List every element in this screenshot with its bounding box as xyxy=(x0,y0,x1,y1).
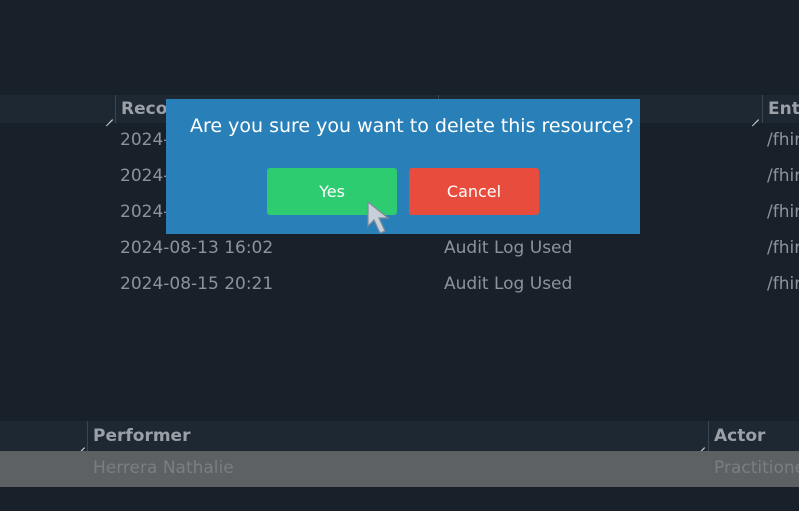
table-cell-recorded: 2024-08-15 20:21 xyxy=(120,274,274,294)
table-cell-performer: Herrera Nathalie xyxy=(93,458,234,478)
table-cell-entity: /fhir xyxy=(767,238,799,258)
participant-grid-header: Performer Actor xyxy=(0,421,799,451)
column-resize-handle-icon[interactable] xyxy=(76,439,86,449)
column-header-entity[interactable]: Enti xyxy=(768,99,799,119)
table-cell-actor: Practitione xyxy=(714,458,799,478)
table-cell-recorded: 2024-08-13 16:02 xyxy=(120,238,274,258)
column-separator xyxy=(762,95,763,123)
table-row[interactable]: Herrera Nathalie Practitione xyxy=(0,451,799,487)
column-separator xyxy=(115,95,116,123)
column-separator xyxy=(87,421,88,451)
delete-confirm-dialog: Are you sure you want to delete this res… xyxy=(166,99,640,234)
table-cell-recorded: 2024- xyxy=(120,130,170,150)
dialog-message: Are you sure you want to delete this res… xyxy=(190,115,634,137)
table-cell-recorded: 2024- xyxy=(120,202,170,222)
table-cell-action: Audit Log Used xyxy=(444,274,573,294)
table-cell-entity: /fhir xyxy=(767,166,799,186)
mouse-cursor-icon xyxy=(367,200,390,234)
column-header-performer[interactable]: Performer xyxy=(93,426,190,446)
table-cell-entity: /fhir xyxy=(767,202,799,222)
column-resize-handle-icon[interactable] xyxy=(750,111,760,121)
column-resize-handle-icon[interactable] xyxy=(104,111,114,121)
table-cell-entity: /fhir xyxy=(767,130,799,150)
table-cell-recorded: 2024- xyxy=(120,166,170,186)
column-separator xyxy=(708,421,709,451)
column-resize-handle-icon[interactable] xyxy=(696,439,706,449)
table-cell-action: Audit Log Used xyxy=(444,238,573,258)
table-cell-entity: /fhir xyxy=(767,274,799,294)
cancel-button[interactable]: Cancel xyxy=(409,168,539,215)
column-header-actor[interactable]: Actor xyxy=(714,426,765,446)
